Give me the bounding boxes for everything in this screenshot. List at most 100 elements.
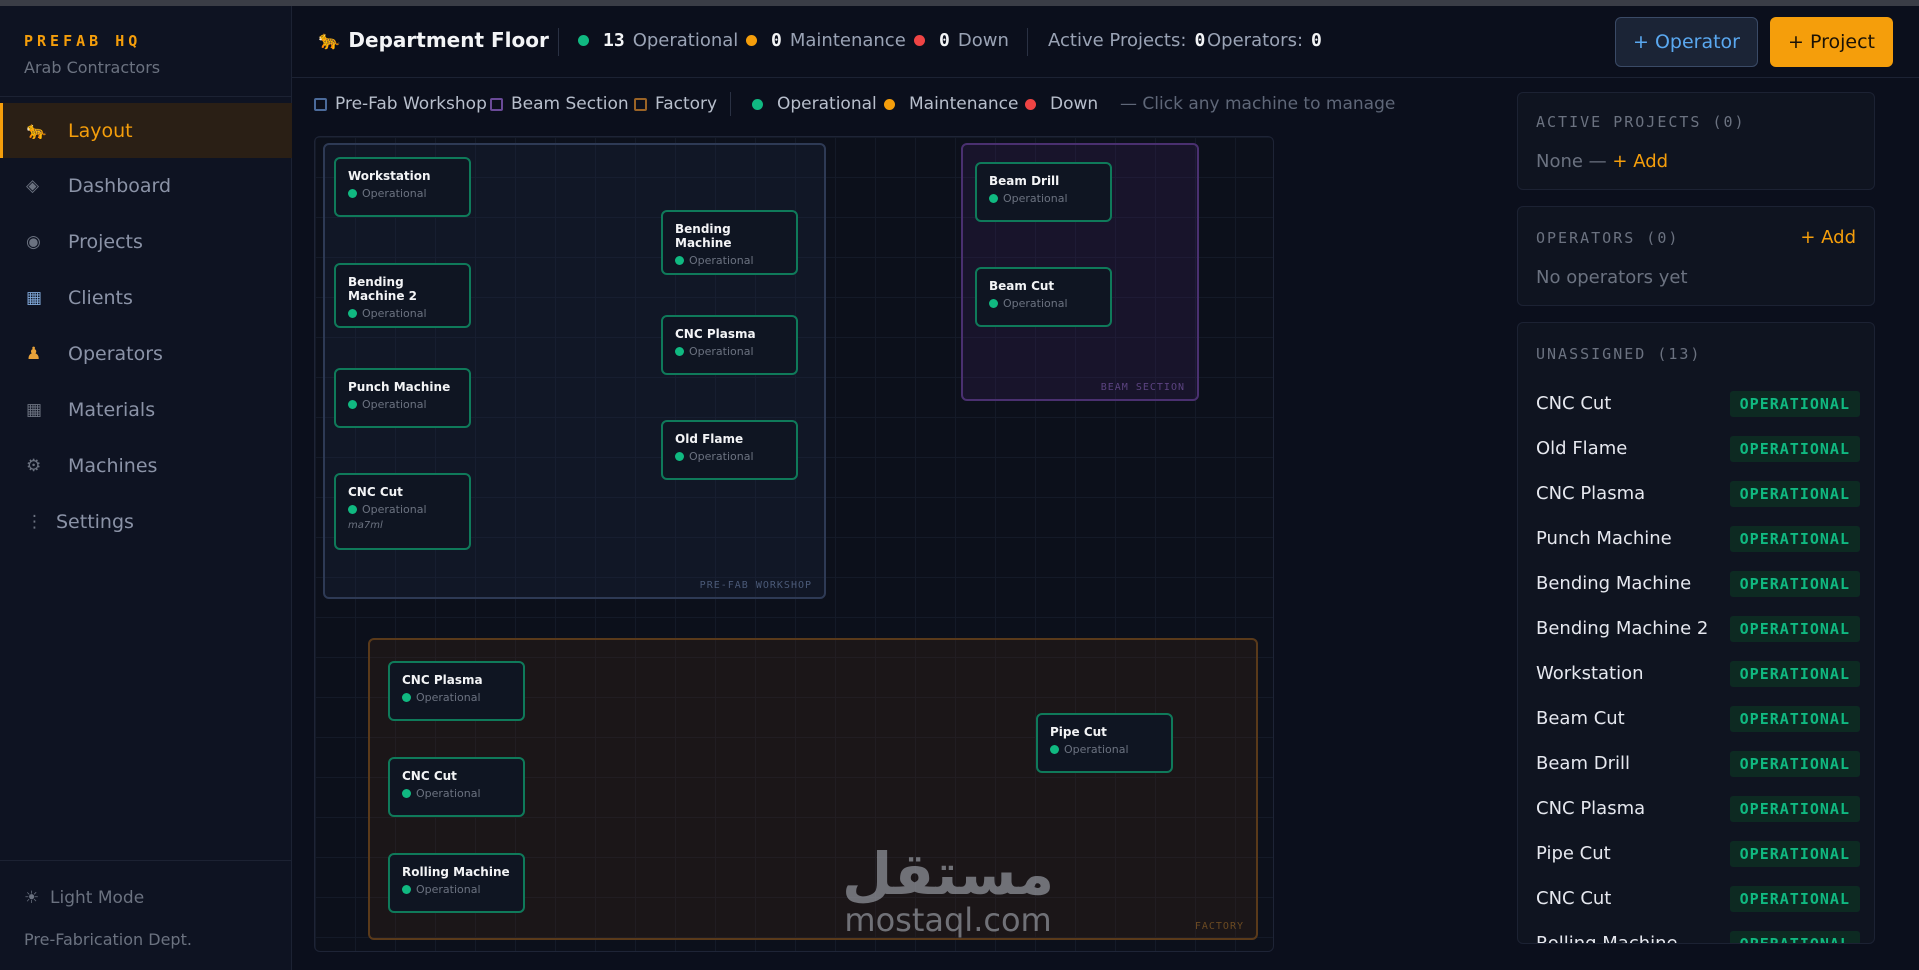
operational-label: Operational (632, 30, 739, 51)
legend-operational: Operational (752, 94, 877, 114)
machine-note: ma7ml (348, 520, 383, 531)
active-projects-value: 0 (1194, 30, 1206, 51)
legend-factory-label: Factory (655, 94, 718, 114)
sidebar-item-projects[interactable]: ◉ Projects (0, 214, 292, 270)
down-label: Down (957, 30, 1009, 51)
legend-factory[interactable]: Factory (634, 94, 717, 114)
status-dot-icon (402, 885, 411, 894)
maintenance-dot-icon (884, 98, 895, 110)
status-badge: OPERATIONAL (1729, 390, 1860, 417)
zone-prefab-label: PRE-FAB WORKSHOP (699, 580, 812, 591)
status-badge: OPERATIONAL (1729, 930, 1860, 943)
machine-status-label: Operational (689, 345, 754, 358)
machine-card[interactable]: Beam Cut Operational (975, 267, 1112, 327)
legend-divider (730, 92, 731, 116)
floor-canvas[interactable]: PRE-FAB WORKSHOP BEAM SECTION FACTORY Wo… (314, 136, 1274, 952)
machine-name: CNC Plasma (1536, 798, 1646, 819)
sidebar-item-materials[interactable]: ▦ Materials (0, 382, 292, 438)
zone-factory-label: FACTORY (1194, 921, 1244, 932)
machine-card[interactable]: CNC Cut Operational ma7ml (334, 473, 471, 550)
list-item[interactable]: Bending Machine 2 OPERATIONAL (1536, 606, 1874, 651)
status-badge: OPERATIONAL (1729, 795, 1860, 822)
add-project-button[interactable]: + Project (1770, 17, 1893, 67)
list-item[interactable]: CNC Cut OPERATIONAL (1536, 876, 1874, 921)
watermark: مستقل mostaql.com (842, 845, 1054, 937)
sidebar-item-layout[interactable]: 🐆 Layout (0, 103, 292, 158)
sidebar-item-operators[interactable]: ♟ Operators (0, 326, 292, 382)
add-project-link[interactable]: + Add (1612, 151, 1668, 172)
machine-card[interactable]: Bending Machine Operational (661, 210, 798, 275)
list-item[interactable]: Workstation OPERATIONAL (1536, 651, 1874, 696)
list-item[interactable]: Old Flame OPERATIONAL (1536, 426, 1874, 471)
machine-name: CNC Cut (348, 485, 403, 499)
status-dot-icon (675, 452, 684, 461)
machine-status: Operational (675, 254, 784, 267)
machine-status-label: Operational (689, 450, 754, 463)
status-dot-icon (348, 309, 357, 318)
machine-status-label: Operational (689, 254, 754, 267)
active-projects-body: None — + Add (1536, 151, 1668, 172)
machine-card[interactable]: Punch Machine Operational (334, 368, 471, 428)
sidebar-item-machines[interactable]: ⚙ Machines (0, 438, 292, 494)
operational-stat: 13 Operational (578, 30, 738, 51)
status-badge: OPERATIONAL (1729, 660, 1860, 687)
list-item[interactable]: Bending Machine OPERATIONAL (1536, 561, 1874, 606)
operators-card: OPERATORS (0) + Add No operators yet (1517, 206, 1875, 306)
list-item[interactable]: Punch Machine OPERATIONAL (1536, 516, 1874, 561)
machine-name: CNC Plasma (402, 673, 483, 687)
legend-beam-label: Beam Section (511, 94, 629, 114)
machine-name: Bending Machine 2 (1536, 618, 1709, 639)
department-label: Pre-Fabrication Dept. (24, 930, 192, 949)
sidebar-item-settings[interactable]: ⋮ Settings (0, 494, 292, 550)
status-dot-icon (348, 505, 357, 514)
maintenance-stat: 0 Maintenance (746, 30, 906, 51)
machine-card[interactable]: Workstation Operational (334, 157, 471, 217)
legend-down-label: Down (1050, 94, 1099, 114)
status-badge: OPERATIONAL (1729, 525, 1860, 552)
legend-down: Down (1025, 94, 1098, 114)
list-item[interactable]: Rolling Machine OPERATIONAL (1536, 921, 1874, 943)
list-item[interactable]: Beam Cut OPERATIONAL (1536, 696, 1874, 741)
light-mode-toggle[interactable]: ☀ Light Mode (24, 888, 192, 908)
machine-status-label: Operational (362, 398, 427, 411)
machine-card[interactable]: CNC Plasma Operational (661, 315, 798, 375)
machine-card[interactable]: Rolling Machine Operational (388, 853, 525, 913)
status-badge: OPERATIONAL (1729, 435, 1860, 462)
legend-beam[interactable]: Beam Section (490, 94, 629, 114)
sidebar-item-dashboard[interactable]: ◈ Dashboard (0, 158, 292, 214)
machine-status-label: Operational (362, 503, 427, 516)
machine-status-label: Operational (1003, 192, 1068, 205)
operators-value: 0 (1311, 30, 1322, 51)
maintenance-count: 0 (771, 30, 782, 51)
legend-maintenance-label: Maintenance (909, 94, 1019, 114)
machine-card[interactable]: Old Flame Operational (661, 420, 798, 480)
list-item[interactable]: Pipe Cut OPERATIONAL (1536, 831, 1874, 876)
operators-stat: Operators: 0 (1207, 30, 1322, 51)
machine-status: Operational (348, 503, 457, 516)
machine-status: Operational (402, 883, 511, 896)
status-dot-icon (348, 400, 357, 409)
machine-card[interactable]: Pipe Cut Operational (1036, 713, 1173, 773)
header-divider (558, 28, 559, 56)
down-dot-icon (914, 35, 925, 46)
list-item[interactable]: CNC Plasma OPERATIONAL (1536, 471, 1874, 516)
list-item[interactable]: Beam Drill OPERATIONAL (1536, 741, 1874, 786)
legend-prefab[interactable]: Pre-Fab Workshop (314, 94, 487, 114)
operational-dot-icon (578, 35, 589, 46)
status-dot-icon (989, 299, 998, 308)
unassigned-list[interactable]: CNC Cut OPERATIONAL Old Flame OPERATIONAL … (1536, 381, 1874, 943)
status-dot-icon (675, 347, 684, 356)
sidebar-item-clients[interactable]: ▦ Clients (0, 270, 292, 326)
machine-card[interactable]: Bending Machine 2 Operational (334, 263, 471, 328)
zone-beam-label: BEAM SECTION (1100, 382, 1185, 393)
list-item[interactable]: CNC Plasma OPERATIONAL (1536, 786, 1874, 831)
list-item[interactable]: CNC Cut OPERATIONAL (1536, 381, 1874, 426)
machine-card[interactable]: Beam Drill Operational (975, 162, 1112, 222)
add-operator-link[interactable]: + Add (1800, 227, 1856, 248)
machine-card[interactable]: CNC Plasma Operational (388, 661, 525, 721)
add-operator-button[interactable]: + Operator (1615, 17, 1758, 67)
dashboard-icon: ◈ (26, 176, 40, 196)
sidebar-divider (0, 96, 292, 97)
materials-icon: ▦ (26, 400, 43, 420)
machine-card[interactable]: CNC Cut Operational (388, 757, 525, 817)
